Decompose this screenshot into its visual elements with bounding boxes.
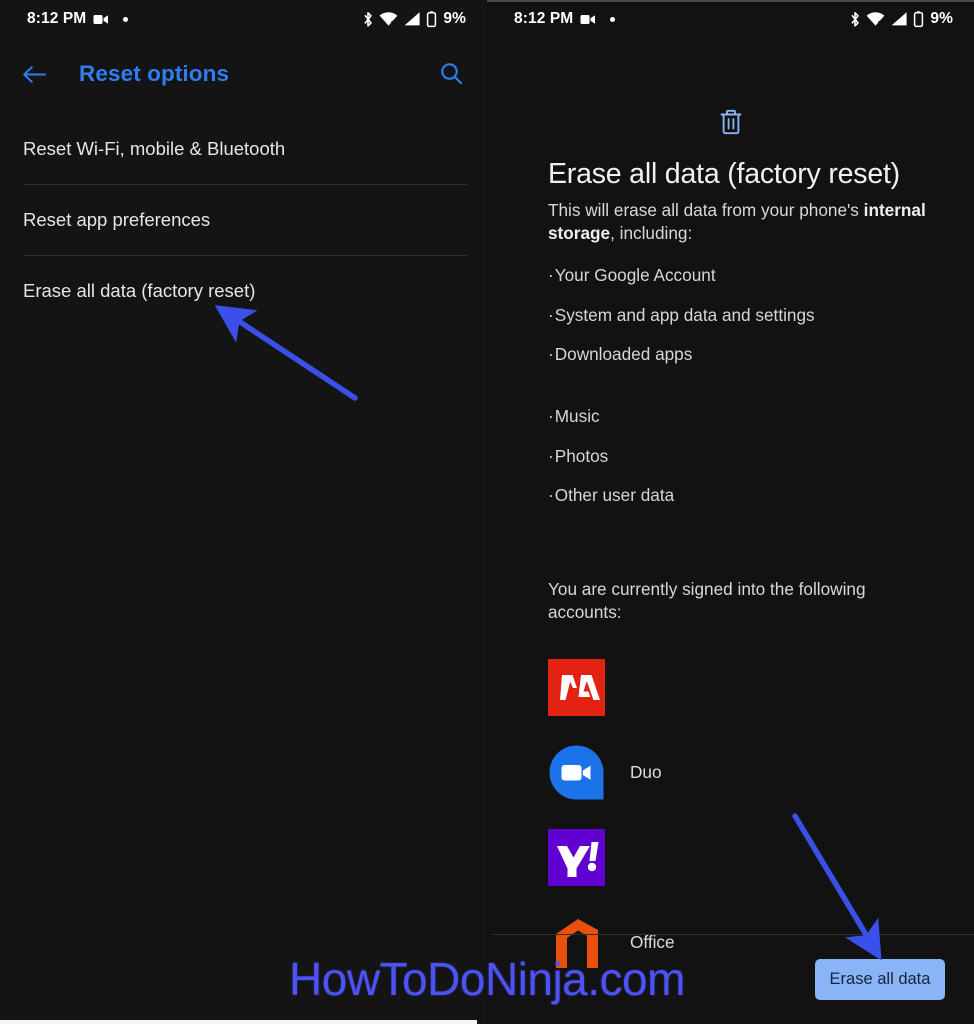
screenshot-root: 8:12 PM 9% Reset options Reset Wi-Fi, mo… bbox=[0, 0, 974, 1024]
bullet-item: · Your Google Account bbox=[548, 256, 948, 296]
account-row[interactable] bbox=[548, 815, 948, 900]
account-label: Office bbox=[630, 932, 675, 952]
list-item[interactable]: Reset Wi-Fi, mobile & Bluetooth bbox=[0, 113, 487, 184]
search-icon[interactable] bbox=[439, 62, 464, 87]
dot-indicator-icon bbox=[610, 16, 616, 22]
bullet-label: Music bbox=[554, 406, 600, 427]
description-text-before: This will erase all data from your phone… bbox=[548, 200, 864, 220]
list-item[interactable]: Erase all data (factory reset) bbox=[0, 255, 487, 326]
screen-record-icon bbox=[93, 13, 109, 26]
bullet-item: · Downloaded apps bbox=[548, 335, 948, 375]
bullet-item: · Photos bbox=[548, 437, 948, 477]
screen-record-icon bbox=[580, 13, 596, 26]
watermark: HowToDoNinja.com bbox=[289, 953, 685, 1005]
bullet-marker: · bbox=[548, 265, 554, 286]
bullet-marker: · bbox=[548, 344, 554, 365]
dot-indicator-icon bbox=[123, 16, 129, 22]
bullet-marker: · bbox=[548, 406, 554, 427]
adobe-icon bbox=[548, 659, 605, 716]
reset-options-list: Reset Wi-Fi, mobile & Bluetooth Reset ap… bbox=[0, 113, 487, 326]
bottom-divider bbox=[492, 934, 974, 935]
app-bar: Reset options bbox=[0, 50, 487, 98]
status-bar-left: 8:12 PM 9% bbox=[0, 0, 487, 38]
status-bar-clock: 8:12 PM bbox=[514, 10, 574, 27]
bullet-label: Downloaded apps bbox=[554, 344, 693, 365]
page-title: Reset options bbox=[79, 61, 230, 86]
battery-percent-label: 9% bbox=[443, 10, 466, 27]
bluetooth-icon bbox=[362, 11, 374, 28]
cellular-signal-icon bbox=[403, 11, 421, 27]
bullet-item: · System and app data and settings bbox=[548, 296, 948, 336]
status-bar-right: 8:12 PM 9% bbox=[487, 0, 974, 38]
bullet-label: Other user data bbox=[554, 485, 675, 506]
account-row[interactable]: Duo bbox=[548, 730, 948, 815]
status-bar-right-group: 9% bbox=[362, 10, 487, 28]
bullet-item: · Music bbox=[548, 397, 948, 437]
top-edge-hairline bbox=[487, 0, 974, 2]
battery-icon bbox=[913, 10, 924, 28]
bullet-label: Your Google Account bbox=[554, 265, 716, 286]
account-row[interactable] bbox=[548, 645, 948, 730]
list-item-label: Reset Wi-Fi, mobile & Bluetooth bbox=[23, 137, 286, 159]
list-item-label: Erase all data (factory reset) bbox=[23, 279, 256, 301]
trash-can-icon-wrapper bbox=[487, 108, 974, 141]
account-label: Duo bbox=[630, 762, 662, 782]
erase-all-data-title: Erase all data (factory reset) bbox=[548, 158, 900, 190]
bluetooth-icon bbox=[849, 11, 861, 28]
battery-percent-label: 9% bbox=[930, 10, 953, 27]
yahoo-icon bbox=[548, 829, 605, 886]
wifi-alert-icon bbox=[379, 11, 398, 27]
list-item[interactable]: Reset app preferences bbox=[0, 184, 487, 255]
back-arrow-icon[interactable] bbox=[22, 64, 47, 85]
wifi-alert-icon bbox=[866, 11, 885, 27]
reset-options-screen: 8:12 PM 9% Reset options Reset Wi-Fi, mo… bbox=[0, 0, 487, 1024]
bullet-marker: · bbox=[548, 445, 554, 466]
erase-all-data-description: This will erase all data from your phone… bbox=[548, 199, 933, 244]
primary-bullet-list: · Your Google Account · System and app d… bbox=[548, 256, 948, 375]
accounts-intro-text: You are currently signed into the follow… bbox=[548, 579, 866, 622]
bullet-marker: · bbox=[548, 485, 554, 506]
trash-can-icon bbox=[718, 108, 744, 141]
status-bar-clock: 8:12 PM bbox=[27, 10, 87, 27]
bullet-label: Photos bbox=[554, 445, 609, 466]
secondary-bullet-list: · Music · Photos · Other user data bbox=[548, 397, 948, 516]
cellular-signal-icon bbox=[890, 11, 908, 27]
battery-icon bbox=[426, 10, 437, 28]
google-duo-icon bbox=[548, 744, 605, 801]
bullet-item: · Other user data bbox=[548, 476, 948, 516]
status-bar-left-group: 8:12 PM bbox=[487, 10, 616, 28]
list-item-label: Reset app preferences bbox=[23, 208, 211, 230]
status-bar-right-group: 9% bbox=[849, 10, 974, 28]
description-text-after: , including: bbox=[610, 222, 693, 243]
status-bar-left-group: 8:12 PM bbox=[0, 10, 129, 28]
bullet-label: System and app data and settings bbox=[554, 304, 815, 325]
bottom-edge-strip bbox=[0, 1020, 477, 1024]
bullet-marker: · bbox=[548, 304, 554, 325]
